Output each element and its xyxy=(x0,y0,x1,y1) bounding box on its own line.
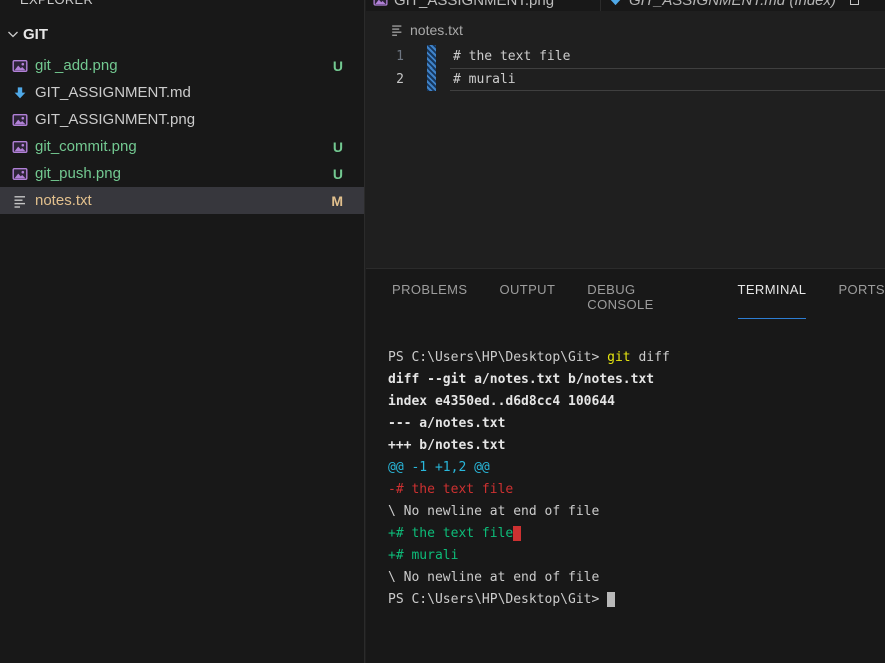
image-icon xyxy=(11,111,28,128)
breadcrumb-file: notes.txt xyxy=(410,22,463,38)
terminal-line: --- a/notes.txt xyxy=(388,413,885,435)
terminal-text-segment: diff xyxy=(631,350,670,365)
editor-tab-label: GIT_ASSIGNMENT.md (Index) xyxy=(629,0,836,9)
terminal-text-segment: PS C:\Users\HP\Desktop\Git> xyxy=(388,592,607,607)
bottom-panel: PROBLEMS OUTPUT DEBUG CONSOLE TERMINAL PORTS… xyxy=(366,268,885,663)
terminal-text-segment: PS C:\Users\HP\Desktop\Git> xyxy=(388,350,607,365)
line-number: 1 xyxy=(366,45,404,68)
git-modified-gutter-icon xyxy=(427,45,436,68)
terminal-line: +# murali xyxy=(388,545,885,567)
file-row[interactable]: GIT_ASSIGNMENT.md xyxy=(0,79,364,106)
line-number: 2 xyxy=(366,68,404,91)
editor-tab-bar: GIT_ASSIGNMENT.png GIT_ASSIGNMENT.md (Ind… xyxy=(366,0,885,11)
image-icon xyxy=(373,0,388,8)
file-row[interactable]: git_push.png U xyxy=(0,160,364,187)
chevron-down-icon xyxy=(4,26,21,43)
explorer-title: EXPLORER xyxy=(20,0,93,7)
image-icon xyxy=(11,165,28,182)
terminal-text-segment: git xyxy=(607,350,630,365)
file-row[interactable]: notes.txt M xyxy=(0,187,364,214)
panel-tab-ports[interactable]: PORTS xyxy=(838,282,885,319)
file-label: git_commit.png xyxy=(35,138,137,155)
file-list: git _add.png U GIT_ASSIGNMENT.md GIT_ASSIGN… xyxy=(0,52,364,214)
editor-area[interactable]: notes.txt 1 # the text file 2 # murali xyxy=(366,11,885,268)
breadcrumb[interactable]: notes.txt xyxy=(366,11,885,41)
editor-tab[interactable]: GIT_ASSIGNMENT.md (Index) xyxy=(601,0,875,11)
panel-tab-output[interactable]: OUTPUT xyxy=(499,282,555,319)
file-row[interactable]: git _add.png U xyxy=(0,52,364,79)
file-row[interactable]: git_commit.png U xyxy=(0,133,364,160)
terminal-text-segment: -# the text file xyxy=(388,482,513,497)
terminal-line: PS C:\Users\HP\Desktop\Git> git diff xyxy=(388,347,885,369)
text-file-icon xyxy=(390,23,404,37)
terminal-line: +# the text file xyxy=(388,523,885,545)
terminal-text-segment: \ No newline at end of file xyxy=(388,570,599,585)
image-icon xyxy=(11,57,28,74)
panel-tab-problems[interactable]: PROBLEMS xyxy=(392,282,467,319)
panel-tab-debug-console[interactable]: DEBUG CONSOLE xyxy=(587,282,705,319)
terminal-text-segment: diff --git a/notes.txt b/notes.txt xyxy=(388,372,654,387)
terminal-text-segment: +# the text file xyxy=(388,526,513,541)
terminal-line: \ No newline at end of file xyxy=(388,567,885,589)
code-view: 1 # the text file 2 # murali xyxy=(366,45,885,91)
git-status-badge: U xyxy=(333,139,343,155)
terminal-text-segment: \ No newline at end of file xyxy=(388,504,599,519)
terminal-line: index e4350ed..d6d8cc4 100644 xyxy=(388,391,885,413)
main-column: GIT_ASSIGNMENT.png GIT_ASSIGNMENT.md (Ind… xyxy=(366,0,885,663)
terminal-line: @@ -1 +1,2 @@ xyxy=(388,457,885,479)
terminal-line: \ No newline at end of file xyxy=(388,501,885,523)
editor-tab-label: GIT_ASSIGNMENT.png xyxy=(394,0,554,9)
code-text: # the text file xyxy=(450,45,885,68)
image-icon xyxy=(11,138,28,155)
panel-tab-terminal[interactable]: TERMINAL xyxy=(738,282,807,319)
file-label: git_push.png xyxy=(35,165,121,182)
git-status-badge: U xyxy=(333,58,343,74)
code-text: # murali xyxy=(450,68,885,91)
terminal-text-segment xyxy=(513,526,521,541)
terminal-text-segment: +++ b/notes.txt xyxy=(388,438,505,453)
file-label: git _add.png xyxy=(35,57,118,74)
markdown-icon xyxy=(11,84,28,101)
file-row[interactable]: GIT_ASSIGNMENT.png xyxy=(0,106,364,133)
tab-separator xyxy=(600,0,601,11)
panel-tab-bar: PROBLEMS OUTPUT DEBUG CONSOLE TERMINAL PORTS xyxy=(366,269,885,319)
file-label: notes.txt xyxy=(35,192,92,209)
git-status-badge: U xyxy=(333,166,343,182)
terminal[interactable]: PS C:\Users\HP\Desktop\Git> git diffdiff… xyxy=(388,347,885,611)
folder-section-label: GIT xyxy=(23,26,48,43)
terminal-text-segment: index e4350ed..d6d8cc4 100644 xyxy=(388,394,615,409)
markdown-icon xyxy=(608,0,623,8)
terminal-cursor xyxy=(607,592,615,607)
code-line[interactable]: 2 # murali xyxy=(366,68,885,91)
text-icon xyxy=(11,192,28,209)
terminal-text-segment: +# murali xyxy=(388,548,458,563)
git-modified-gutter-icon xyxy=(427,68,436,91)
file-label: GIT_ASSIGNMENT.md xyxy=(35,84,191,101)
folder-section-git[interactable]: GIT xyxy=(0,22,364,46)
terminal-line: PS C:\Users\HP\Desktop\Git> xyxy=(388,589,885,611)
sidebar-header: EXPLORER xyxy=(0,0,364,10)
terminal-text-segment: --- a/notes.txt xyxy=(388,416,505,431)
terminal-text-segment: @@ -1 +1,2 @@ xyxy=(388,460,490,475)
editor-tab[interactable]: GIT_ASSIGNMENT.png xyxy=(366,0,600,11)
git-status-badge: M xyxy=(331,193,343,209)
terminal-line: +++ b/notes.txt xyxy=(388,435,885,457)
explorer-sidebar: EXPLORER GIT git _add.png U GIT_ASSIGNMENT… xyxy=(0,0,365,663)
terminal-line: diff --git a/notes.txt b/notes.txt xyxy=(388,369,885,391)
file-label: GIT_ASSIGNMENT.png xyxy=(35,111,195,128)
terminal-line: -# the text file xyxy=(388,479,885,501)
code-line[interactable]: 1 # the text file xyxy=(366,45,885,68)
close-icon[interactable] xyxy=(850,0,859,5)
